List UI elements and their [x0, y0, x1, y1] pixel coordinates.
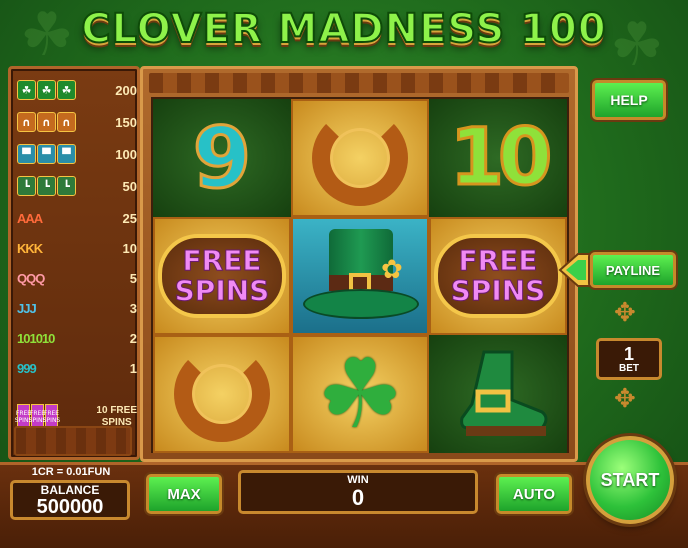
paytable-row-kkk: KKK 10 — [17, 235, 137, 261]
ten-symbol: 10 — [448, 113, 554, 203]
payout-value: 2 — [129, 330, 137, 346]
payout-value: 1 — [129, 360, 137, 376]
game-title: CLOVER MADNESS 100 — [80, 5, 607, 53]
payout-value: 100 — [115, 146, 137, 162]
right-control-panel: HELP PAYLINE ✥ 1 BET ✥ — [558, 66, 680, 462]
autoplay-button[interactable]: AUTO — [496, 474, 572, 514]
help-button[interactable]: HELP — [592, 80, 666, 120]
paytable-row-jjj: JJJ 3 — [17, 295, 137, 321]
paytable-row-nine: 999 1 — [17, 355, 137, 381]
payout-value: 25 — [122, 210, 137, 226]
max-bet-button[interactable]: MAX — [146, 474, 222, 514]
paytable-panel: ☘ ☘ ☘ 200 ∩ ∩ ∩ 150 ▀ ▀ ▀ 100 ┗ ┗ ┗ 50 AAA 25 KK… — [8, 66, 140, 460]
celtic-knot-decoration — [14, 426, 132, 456]
balance-value: 500000 — [36, 496, 104, 518]
balance-label: BALANCE — [40, 483, 100, 497]
reel-cell-hat: ✿ — [291, 217, 429, 335]
reel-cell-clover: ☘ — [291, 335, 429, 453]
free-spins-symbol: FREE SPINS — [434, 234, 562, 318]
credit-rate-text: 1CR = 0.01FUN — [31, 466, 111, 478]
payout-value: 200 — [115, 82, 137, 98]
free-spins-symbol: FREE SPINS — [158, 234, 286, 318]
horseshoe-icon — [174, 346, 270, 442]
paytable-row-boot: ┗ ┗ ┗ 50 — [17, 173, 137, 199]
reel-cell-nine: 9 — [153, 99, 291, 217]
leprechaun-boot-icon — [460, 350, 548, 436]
reel-cell-free-spins: FREE SPINS — [153, 217, 291, 335]
bet-value: 1 — [623, 343, 634, 364]
nine-symbol: 9 — [191, 109, 252, 207]
payout-value: 10 — [122, 240, 137, 256]
reel-cell-horseshoe — [153, 335, 291, 453]
win-value: 0 — [351, 485, 365, 510]
reel-area: 9 10 FREE SPINS ✿ FREE SPINS ☘ — [151, 97, 569, 453]
four-leaf-clover-icon: ☘ — [316, 338, 404, 450]
start-spin-button[interactable]: START — [586, 436, 674, 524]
symbol-letters: KKK — [17, 240, 43, 256]
reel-cell-ten: 10 — [429, 99, 567, 217]
celtic-knot-icon: ✥ — [614, 298, 636, 328]
paytable-row-qqq: QQQ 5 — [17, 265, 137, 291]
payline-button[interactable]: PAYLINE — [590, 252, 676, 288]
celtic-band-decoration — [149, 73, 569, 93]
payout-value: 3 — [129, 300, 137, 316]
horseshoe-icon — [312, 110, 408, 206]
bet-display[interactable]: 1 BET — [596, 338, 662, 380]
payline-arrow-icon — [558, 253, 592, 287]
paytable-row-aaa: AAA 25 — [17, 205, 137, 231]
balance-display: BALANCE 500000 — [10, 480, 130, 520]
paytable-row-hat: ▀ ▀ ▀ 100 — [17, 141, 137, 167]
win-display: WIN 0 — [238, 470, 478, 514]
reel-cell-free-spins: FREE SPINS — [429, 217, 567, 335]
reel-cell-boot — [429, 335, 567, 453]
boot-icon: ┗ ┗ ┗ — [17, 176, 76, 196]
symbol-letters: 999 — [17, 360, 37, 376]
paytable-row-horseshoe: ∩ ∩ ∩ 150 — [17, 109, 137, 135]
hat-icon: ▀ ▀ ▀ — [17, 144, 76, 164]
clover-icon: ☘ ☘ ☘ — [17, 80, 76, 100]
symbol-letters: 101010 — [17, 330, 55, 346]
payout-value: 50 — [122, 178, 137, 194]
bet-label: BET — [619, 362, 639, 374]
payout-value: 150 — [115, 114, 137, 130]
payout-value: 5 — [129, 270, 137, 286]
reel-frame: 9 10 FREE SPINS ✿ FREE SPINS ☘ — [140, 66, 578, 462]
paytable-row-ten: 101010 2 — [17, 325, 137, 351]
paytable-row-clover: ☘ ☘ ☘ 200 — [17, 77, 137, 103]
horseshoe-icon: ∩ ∩ ∩ — [17, 112, 76, 132]
symbol-letters: JJJ — [17, 300, 37, 316]
reel-cell-horseshoe — [291, 99, 429, 217]
celtic-knot-icon: ✥ — [614, 384, 636, 414]
symbol-letters: AAA — [17, 210, 43, 226]
symbol-letters: QQQ — [17, 270, 45, 286]
